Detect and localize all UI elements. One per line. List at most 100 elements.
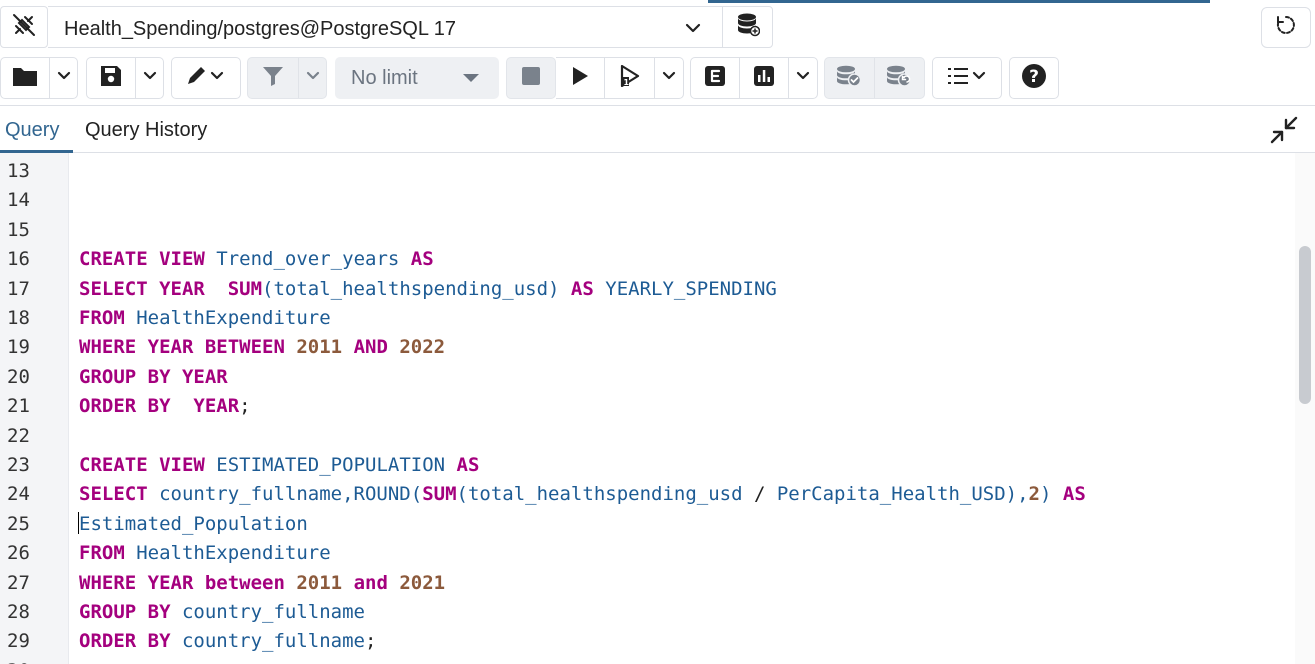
- line-number: 28: [7, 601, 30, 623]
- code-token: AS: [456, 454, 480, 476]
- stop-button[interactable]: [506, 57, 556, 99]
- commit-icon: [836, 65, 862, 92]
- connection-selector[interactable]: Health_Spending/postgres@PostgreSQL 17: [48, 6, 724, 48]
- save-button[interactable]: [87, 58, 137, 98]
- help-icon: ?: [1021, 63, 1047, 94]
- stop-button-content: [507, 58, 555, 98]
- code-token: GROUP BY: [79, 601, 171, 623]
- line-number: 17: [7, 277, 30, 300]
- code-token: AS: [570, 277, 594, 300]
- open-file-button[interactable]: [1, 58, 51, 98]
- sql-editor[interactable]: CREATE VIEW Trend_over_years AS SELECT YE…: [0, 153, 1315, 664]
- open-file-group: [0, 57, 78, 99]
- code-token: SUM: [422, 483, 457, 506]
- save-icon: [100, 65, 122, 92]
- code-line: CREATE VIEW Trend_over_years AS: [79, 245, 434, 274]
- refresh-icon: [1274, 13, 1298, 42]
- code-line: WHERE YEAR between 2011 and 2021: [79, 569, 445, 598]
- edit-button-content: [172, 58, 240, 98]
- code-line: ORDER BY YEAR;: [79, 392, 251, 421]
- explain-group: [690, 57, 818, 99]
- edit-button[interactable]: [171, 57, 241, 99]
- code-token: PerCapita_Health_USD),: [776, 483, 1029, 506]
- code-token: WHERE YEAR between: [79, 571, 285, 594]
- chevron-down-icon: [685, 20, 701, 41]
- tab-query-history[interactable]: Query History: [85, 119, 207, 142]
- line-number: 20: [7, 365, 30, 388]
- row-limit-select[interactable]: No limit: [335, 57, 499, 99]
- explain-icon: [704, 65, 725, 91]
- code-line: SELECT country_fullname,ROUND(SUM(total_…: [79, 480, 1086, 509]
- commit-button[interactable]: [825, 58, 875, 98]
- code-token: ESTIMATED_POPULATION: [216, 454, 446, 476]
- code-line: GROUP BY YEAR: [79, 363, 228, 392]
- explain-button[interactable]: [691, 58, 740, 98]
- code-line: FROM HealthExpenditure: [79, 304, 331, 333]
- new-connection-button[interactable]: [722, 6, 773, 48]
- rollback-button[interactable]: [875, 58, 925, 98]
- chevron-down-icon: [143, 69, 157, 88]
- connection-status-button[interactable]: [0, 6, 48, 48]
- save-dropdown[interactable]: [136, 58, 163, 98]
- svg-text:?: ?: [1029, 67, 1039, 87]
- tab-query[interactable]: Query: [5, 119, 59, 142]
- transaction-group: [824, 57, 925, 99]
- execute-button[interactable]: [556, 58, 605, 98]
- filter-icon: [262, 65, 284, 92]
- svg-text:1: 1: [623, 78, 629, 87]
- code-token: total_healthspending_usd: [273, 277, 549, 300]
- active-tab-indicator: [708, 0, 1210, 3]
- vertical-scrollbar-track[interactable]: [1295, 153, 1315, 664]
- caret-down-icon: [463, 74, 479, 82]
- refresh-button[interactable]: [1261, 7, 1311, 48]
- execute-script-button[interactable]: 1: [605, 58, 655, 98]
- line-number: 26: [7, 542, 30, 565]
- filter-button[interactable]: [248, 58, 300, 98]
- line-number: 22: [7, 424, 30, 447]
- chevron-down-icon: [57, 69, 71, 88]
- help-button[interactable]: ?: [1009, 57, 1059, 99]
- text-cursor: [78, 512, 79, 534]
- code-token: ORDER BY: [79, 630, 171, 653]
- explain-analyze-button[interactable]: [740, 58, 790, 98]
- code-token: SELECT: [79, 483, 148, 506]
- vertical-scrollbar-thumb[interactable]: [1299, 246, 1311, 404]
- code-token: SELECT YEAR SUM: [79, 277, 263, 300]
- stop-icon: [522, 66, 540, 90]
- code-line: ORDER BY country_fullname;: [79, 627, 376, 656]
- list-icon: [945, 65, 989, 92]
- collapse-button[interactable]: [1268, 116, 1300, 148]
- code-line: GROUP BY country_fullname: [79, 598, 365, 627]
- open-file-dropdown[interactable]: [50, 58, 77, 98]
- code-token: (: [456, 483, 468, 506]
- save-group: [86, 57, 164, 99]
- code-token: and: [353, 571, 388, 594]
- code-line: CREATE VIEW ESTIMATED_POPULATION AS: [79, 451, 479, 480]
- chevron-down-icon: [306, 69, 320, 88]
- code-token: HealthExpenditure: [136, 307, 331, 329]
- code-token: Estimated_Population: [79, 512, 308, 535]
- help-button-content: ?: [1010, 58, 1058, 98]
- filter-dropdown[interactable]: [299, 58, 326, 98]
- macros-button[interactable]: [932, 57, 1002, 99]
- execute-dropdown[interactable]: [655, 58, 683, 98]
- line-number: 25: [7, 512, 30, 535]
- code-token: ): [1039, 483, 1063, 506]
- explain-dropdown[interactable]: [789, 58, 817, 98]
- bar-chart-icon: [753, 65, 774, 91]
- code-token: ORDER BY YEAR: [79, 395, 240, 418]
- code-token: 2022: [399, 336, 446, 359]
- line-number: 29: [7, 630, 30, 653]
- collapse-arrows-icon: [1269, 115, 1299, 150]
- code-token: GROUP BY YEAR: [79, 365, 228, 388]
- code-token: ): [548, 277, 571, 300]
